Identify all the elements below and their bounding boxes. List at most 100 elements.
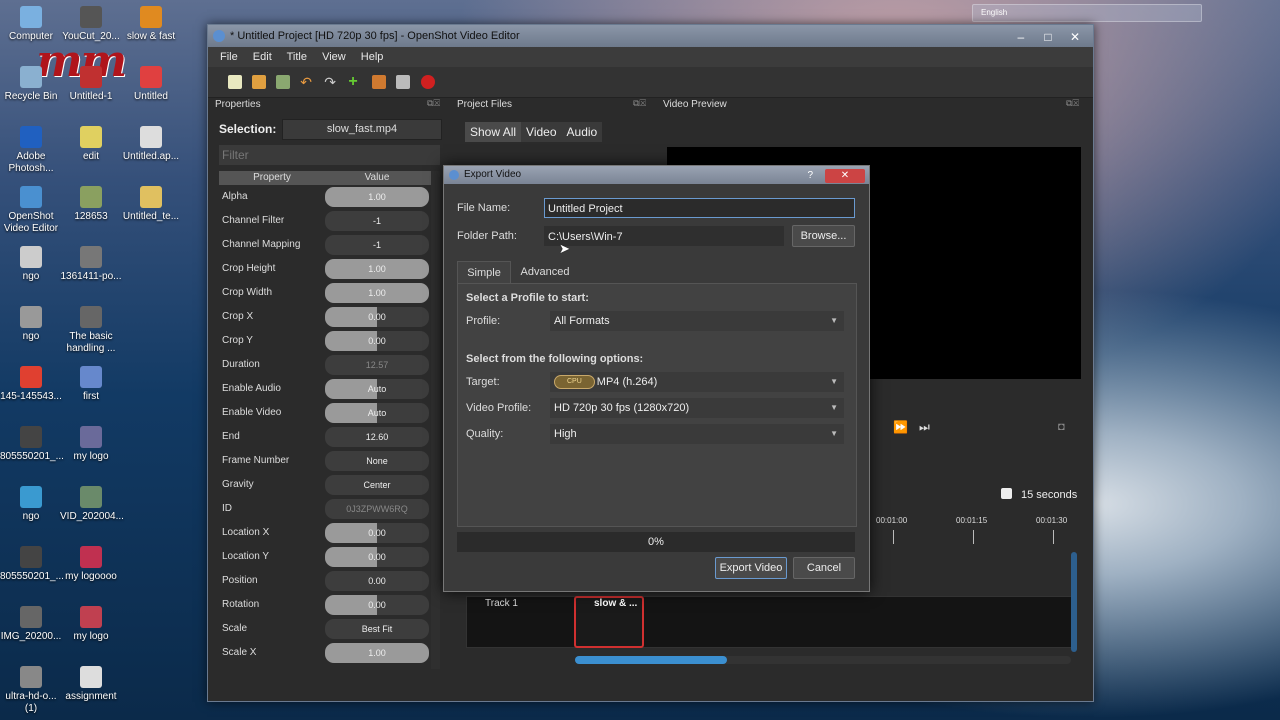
desktop-icon[interactable]: edit: [60, 126, 122, 163]
desktop-icon[interactable]: ngo: [0, 306, 62, 343]
tab-advanced[interactable]: Advanced: [514, 261, 576, 283]
menu-help[interactable]: Help: [361, 51, 384, 63]
desktop-icon[interactable]: assignment: [60, 666, 122, 703]
camera-icon[interactable]: ◘: [1058, 421, 1065, 433]
property-row[interactable]: Crop Y 0.00: [219, 329, 431, 353]
desktop-icon[interactable]: my logoooo: [60, 546, 122, 583]
selection-dropdown[interactable]: slow_fast.mp4: [282, 119, 442, 140]
import-files-icon[interactable]: +: [348, 74, 362, 90]
fullscreen-icon[interactable]: [396, 75, 411, 89]
video-profile-select[interactable]: HD 720p 30 fps (1280x720) ▼: [550, 398, 844, 418]
timeline-scroll-thumb[interactable]: [575, 656, 727, 664]
desktop-icon[interactable]: 805550201_...: [0, 426, 64, 463]
close-window-button[interactable]: ✕: [1063, 29, 1087, 45]
property-value[interactable]: Center: [325, 475, 429, 495]
undo-icon[interactable]: ↶: [300, 75, 314, 89]
export-video-icon[interactable]: [420, 75, 435, 89]
property-value[interactable]: Best Fit: [325, 619, 429, 639]
property-row[interactable]: Duration 12.57: [219, 353, 431, 377]
desktop-icon[interactable]: slow & fast: [120, 6, 182, 43]
property-value[interactable]: -1: [325, 211, 429, 231]
choose-profile-icon[interactable]: [372, 75, 387, 89]
desktop-icon[interactable]: OpenShot Video Editor: [0, 186, 62, 235]
property-row[interactable]: Crop Width 1.00: [219, 281, 431, 305]
jump-end-icon[interactable]: ⏭: [919, 420, 930, 435]
desktop-icon[interactable]: VID_202004...: [60, 486, 124, 523]
menu-title[interactable]: Title: [287, 51, 307, 63]
folder-path-input[interactable]: C:\Users\Win-7: [544, 226, 784, 246]
desktop-icon[interactable]: first: [60, 366, 122, 403]
property-row[interactable]: Scale Best Fit: [219, 617, 431, 641]
desktop-icon[interactable]: Untitled: [120, 66, 182, 103]
property-value[interactable]: 0.00: [325, 595, 429, 615]
property-value[interactable]: 12.60: [325, 427, 429, 447]
property-row[interactable]: ID 0J3ZPWW6RQ: [219, 497, 431, 521]
save-project-icon[interactable]: [276, 75, 291, 89]
redo-icon[interactable]: ↷: [324, 75, 338, 89]
property-row[interactable]: Enable Video Auto: [219, 401, 431, 425]
property-value[interactable]: 0.00: [325, 571, 429, 591]
tab-simple[interactable]: Simple: [457, 261, 511, 284]
video-preview-dock-buttons[interactable]: ⧉☒: [1066, 98, 1079, 109]
desktop-icon[interactable]: 805550201_...: [0, 546, 64, 583]
desktop-icon[interactable]: Untitled-1: [60, 66, 122, 103]
browse-button[interactable]: Browse...: [792, 225, 855, 247]
desktop-icon[interactable]: 128653: [60, 186, 122, 223]
maximize-button[interactable]: □: [1036, 29, 1060, 45]
minimize-button[interactable]: –: [1009, 29, 1033, 45]
property-value[interactable]: Auto: [325, 379, 429, 399]
property-value[interactable]: 0.00: [325, 547, 429, 567]
zoom-checkbox[interactable]: [1001, 488, 1012, 499]
properties-dock-buttons[interactable]: ⧉☒: [427, 98, 440, 109]
property-row[interactable]: Enable Audio Auto: [219, 377, 431, 401]
property-value[interactable]: None: [325, 451, 429, 471]
timeline-vertical-scrollbar[interactable]: [1071, 552, 1077, 652]
fast-forward-icon[interactable]: ⏩: [893, 420, 908, 434]
property-value[interactable]: Auto: [325, 403, 429, 423]
properties-scrollbar[interactable]: [431, 171, 440, 669]
desktop-icon[interactable]: ngo: [0, 486, 62, 523]
desktop-icon[interactable]: Adobe Photosh...: [0, 126, 62, 175]
open-project-icon[interactable]: [252, 75, 267, 89]
property-row[interactable]: Crop Height 1.00: [219, 257, 431, 281]
export-video-button[interactable]: Export Video: [715, 557, 787, 579]
property-row[interactable]: Location Y 0.00: [219, 545, 431, 569]
filter-audio[interactable]: Audio: [562, 122, 603, 142]
property-value[interactable]: 0.00: [325, 331, 429, 351]
property-row[interactable]: End 12.60: [219, 425, 431, 449]
property-row[interactable]: Frame Number None: [219, 449, 431, 473]
desktop-icon[interactable]: Computer: [0, 6, 62, 43]
menu-edit[interactable]: Edit: [253, 51, 272, 63]
property-value[interactable]: -1: [325, 235, 429, 255]
desktop-icon[interactable]: Untitled_te...: [120, 186, 182, 223]
desktop-icon[interactable]: 145-145543...: [0, 366, 62, 403]
new-project-icon[interactable]: [228, 75, 242, 89]
project-files-dock-buttons[interactable]: ⧉☒: [633, 98, 646, 109]
language-bar[interactable]: English: [972, 4, 1202, 22]
property-row[interactable]: Crop X 0.00: [219, 305, 431, 329]
target-select[interactable]: CPU MP4 (h.264) ▼: [550, 372, 844, 392]
timeline-track[interactable]: [466, 596, 1074, 648]
property-row[interactable]: Rotation 0.00: [219, 593, 431, 617]
property-row[interactable]: Channel Filter -1: [219, 209, 431, 233]
desktop-icon[interactable]: IMG_20200...: [0, 606, 62, 643]
profile-select[interactable]: All Formats ▼: [550, 311, 844, 331]
property-row[interactable]: Alpha 1.00: [219, 185, 431, 209]
menu-file[interactable]: File: [220, 51, 238, 63]
desktop-icon[interactable]: Recycle Bin: [0, 66, 62, 103]
property-value[interactable]: 12.57: [325, 355, 429, 375]
desktop-icon[interactable]: ngo: [0, 246, 62, 283]
timeline-scrollbar[interactable]: [575, 656, 1071, 664]
property-value[interactable]: 0.00: [325, 307, 429, 327]
properties-filter-input[interactable]: Filter: [219, 145, 440, 165]
desktop-icon[interactable]: YouCut_20...: [60, 6, 122, 43]
cancel-button[interactable]: Cancel: [793, 557, 855, 579]
close-dialog-button[interactable]: ✕: [825, 169, 865, 183]
property-row[interactable]: Location X 0.00: [219, 521, 431, 545]
property-row[interactable]: Gravity Center: [219, 473, 431, 497]
desktop-icon[interactable]: 1361411-po...: [60, 246, 122, 283]
property-value[interactable]: 0J3ZPWW6RQ: [325, 499, 429, 519]
property-row[interactable]: Channel Mapping -1: [219, 233, 431, 257]
desktop-icon[interactable]: ultra-hd-o... (1): [0, 666, 62, 715]
desktop-icon[interactable]: my logo: [60, 606, 122, 643]
